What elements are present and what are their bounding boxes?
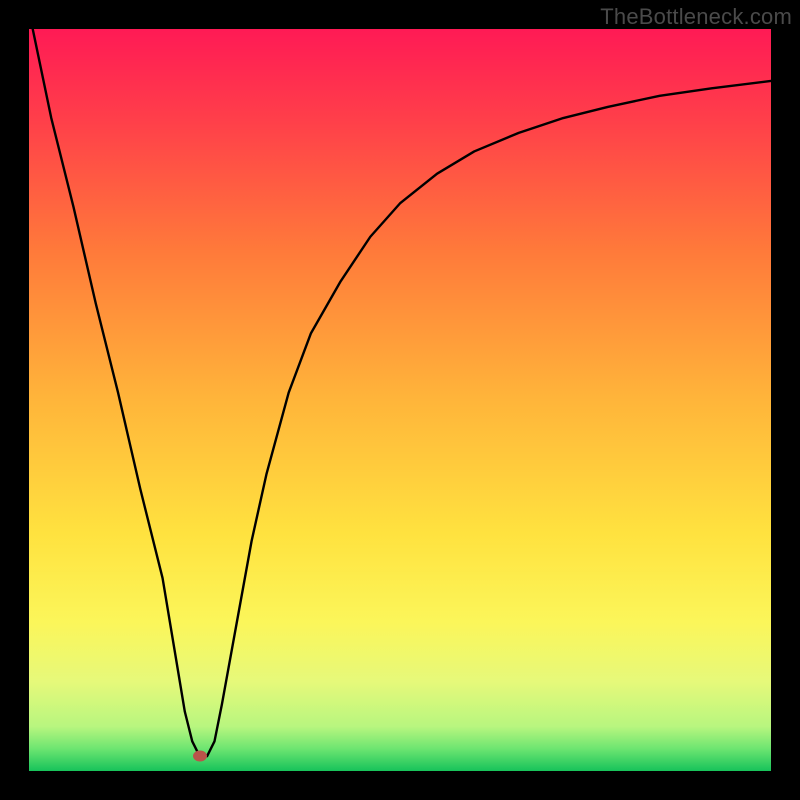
chart-frame	[29, 29, 771, 771]
gradient-background	[29, 29, 771, 771]
marker-dot	[193, 751, 207, 762]
watermark-text: TheBottleneck.com	[600, 4, 792, 30]
bottleneck-plot	[29, 29, 771, 771]
